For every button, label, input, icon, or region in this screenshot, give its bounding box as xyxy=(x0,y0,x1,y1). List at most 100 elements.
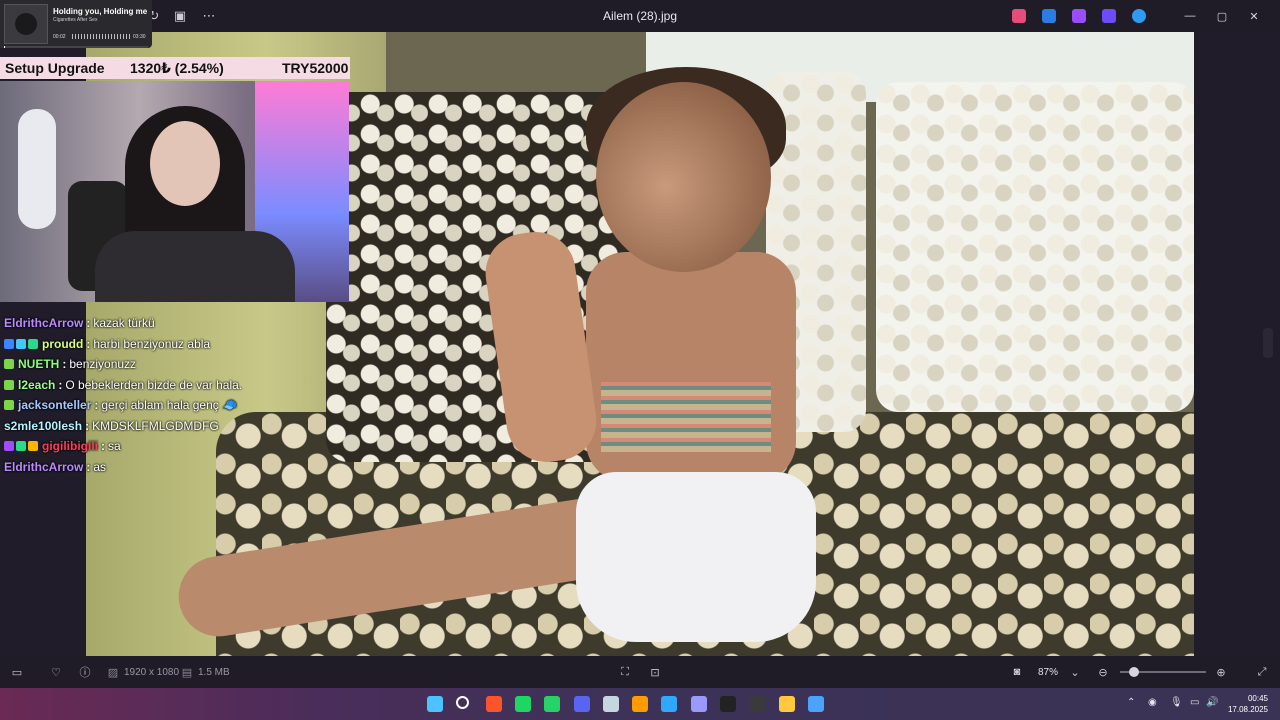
volume-icon[interactable]: 🔊 xyxy=(1206,697,1218,708)
obs-icon[interactable] xyxy=(749,696,766,712)
photos-app-window: ↻ ▣ ⋯ Ailem (28).jpg — ▢ ✕ Holding you, … xyxy=(0,0,1280,720)
start-icon[interactable] xyxy=(427,696,443,712)
zoom-dropdown-chevron-icon[interactable]: ⌄ xyxy=(1068,665,1082,679)
chat-text: benziyonuzz xyxy=(69,357,137,372)
chat-badge-icon xyxy=(4,441,14,452)
chat-separator: : xyxy=(86,459,91,474)
discord-icon[interactable] xyxy=(573,696,590,712)
chat-username[interactable]: NUETH xyxy=(18,357,59,371)
maximize-icon[interactable]: ▢ xyxy=(1206,0,1238,32)
album-art xyxy=(4,4,48,44)
chat-username[interactable]: s2mle100lesh xyxy=(4,419,82,433)
chat-separator: : xyxy=(58,377,63,392)
chat-badge-icon xyxy=(4,359,14,370)
onedrive-icon[interactable] xyxy=(1132,9,1146,23)
system-clock[interactable]: 00:45 17.08.2025 xyxy=(1228,693,1268,715)
file-explorer-icon[interactable] xyxy=(778,696,795,712)
webcam-microphone xyxy=(18,109,56,229)
favorite-icon[interactable]: ♡ xyxy=(49,665,63,679)
chat-username[interactable]: l2each xyxy=(18,378,55,392)
status-bar: ▭ ♡ ⓘ ▨ 1920 x 1080 ▤ 1.5 MB ⛶ ⊡ ◙ 87% ⌄… xyxy=(0,656,1280,688)
image-filesize: 1.5 MB xyxy=(198,667,230,678)
title-bar-right: — ▢ ✕ xyxy=(1004,0,1270,32)
goal-name: Setup Upgrade xyxy=(5,60,105,76)
photos-icon[interactable] xyxy=(807,696,824,712)
photo-cushion xyxy=(876,82,1194,412)
whatsapp-icon[interactable] xyxy=(544,696,561,712)
photo-child-top xyxy=(601,382,771,452)
song-artist: Cigarettes After Sex xyxy=(53,17,98,23)
chat-badge-icon xyxy=(4,400,14,411)
chat-badge-icon xyxy=(16,441,26,452)
title-bar: ↻ ▣ ⋯ Ailem (28).jpg — ▢ ✕ xyxy=(0,0,1280,32)
chat-username[interactable]: gigilibigili xyxy=(42,439,98,453)
fit-to-window-icon[interactable]: ⛶ xyxy=(618,665,632,679)
brave-icon[interactable] xyxy=(485,696,502,712)
photo-child-diaper xyxy=(576,472,816,642)
zoom-out-icon[interactable]: ⊖ xyxy=(1096,665,1110,679)
chat-message: NUETH: benziyonuzz xyxy=(0,354,360,375)
stream-chat: EldrithcArrow: kazak türkü proudd: harbi be… xyxy=(0,313,360,477)
song-duration: 03:30 xyxy=(133,34,146,40)
chat-badge-icon xyxy=(16,338,26,349)
chat-text: harbi benziyonuz abla xyxy=(93,336,211,351)
tray-discord-icon[interactable]: ◉ xyxy=(1148,697,1157,708)
webcam-feed xyxy=(0,81,349,302)
chat-message: EldrithcArrow: kazak türkü xyxy=(0,313,360,334)
spotify-icon[interactable] xyxy=(514,696,531,712)
chat-message: EldrithcArrow: as xyxy=(0,457,360,478)
goal-target: TRY52000 xyxy=(282,60,349,76)
editor-icon[interactable] xyxy=(1102,9,1116,23)
photoshop-icon[interactable] xyxy=(661,696,678,712)
webcam-streamer-shirt xyxy=(95,231,295,302)
copilot-icon[interactable] xyxy=(1012,9,1026,23)
info-icon[interactable]: ⓘ xyxy=(78,665,92,679)
dimensions-icon: ▨ xyxy=(107,666,119,679)
chat-text: gerçi ablam hala genç 🧢 xyxy=(101,398,238,413)
chat-separator: : xyxy=(86,336,91,351)
steam-icon[interactable] xyxy=(602,696,619,712)
chat-message: proudd: harbi benziyonuz abla xyxy=(0,334,360,355)
clipchamp-icon[interactable] xyxy=(1072,9,1086,23)
network-icon[interactable]: ▭ xyxy=(1190,697,1199,708)
zoom-in-icon[interactable]: ⊕ xyxy=(1214,665,1228,679)
song-progress-fill xyxy=(4,46,6,48)
fullscreen-icon[interactable]: ⤢ xyxy=(1255,665,1269,679)
actual-size-icon[interactable]: ⊡ xyxy=(648,665,662,679)
chat-username[interactable]: proudd xyxy=(42,337,83,351)
chat-text: kazak türkü xyxy=(93,316,155,331)
chat-badge-icon xyxy=(28,441,38,452)
chat-message: gigilibigili: sa xyxy=(0,436,360,457)
photo-child-raised-leg xyxy=(480,226,602,468)
zoom-slider[interactable] xyxy=(1120,667,1206,677)
song-elapsed: 00:02 xyxy=(53,34,66,40)
chat-text: O bebeklerden bizde de var hala. xyxy=(65,377,243,392)
microphone-icon[interactable]: 🎙 xyxy=(1170,697,1183,708)
chat-text: as xyxy=(93,459,107,474)
photo-child-face xyxy=(596,82,771,272)
designer-icon[interactable] xyxy=(1042,9,1056,23)
screenshot-icon[interactable]: ◙ xyxy=(1010,665,1024,679)
chat-username[interactable]: EldrithcArrow xyxy=(4,460,83,474)
premiere-icon[interactable] xyxy=(690,696,707,712)
capcut-icon[interactable] xyxy=(720,696,736,712)
next-image-arrow[interactable] xyxy=(1263,328,1273,358)
webcam-streamer-face xyxy=(150,121,220,206)
goal-progress: 1320₺ (2.54%) xyxy=(130,60,224,76)
illustrator-icon[interactable] xyxy=(632,696,649,712)
close-icon[interactable]: ✕ xyxy=(1238,0,1270,32)
minimize-icon[interactable]: — xyxy=(1174,0,1206,32)
chat-message: jacksonteller: gerçi ablam hala genç 🧢 xyxy=(0,395,360,416)
zoom-level[interactable]: 87% xyxy=(1038,667,1058,678)
chat-text: KMDSKLFMLGDMDFG xyxy=(92,418,219,433)
filmstrip-icon[interactable]: ▭ xyxy=(10,665,24,679)
chat-separator: : xyxy=(101,439,105,454)
tray-chevron-icon[interactable]: ⌃ xyxy=(1127,697,1135,708)
search-icon[interactable] xyxy=(456,696,470,709)
chat-username[interactable]: EldrithcArrow xyxy=(4,316,83,330)
song-waveform xyxy=(72,34,130,39)
zoom-slider-thumb[interactable] xyxy=(1129,667,1139,677)
chat-username[interactable]: jacksonteller xyxy=(18,398,91,412)
chat-badge-icon xyxy=(4,379,14,390)
chat-separator: : xyxy=(85,418,90,433)
